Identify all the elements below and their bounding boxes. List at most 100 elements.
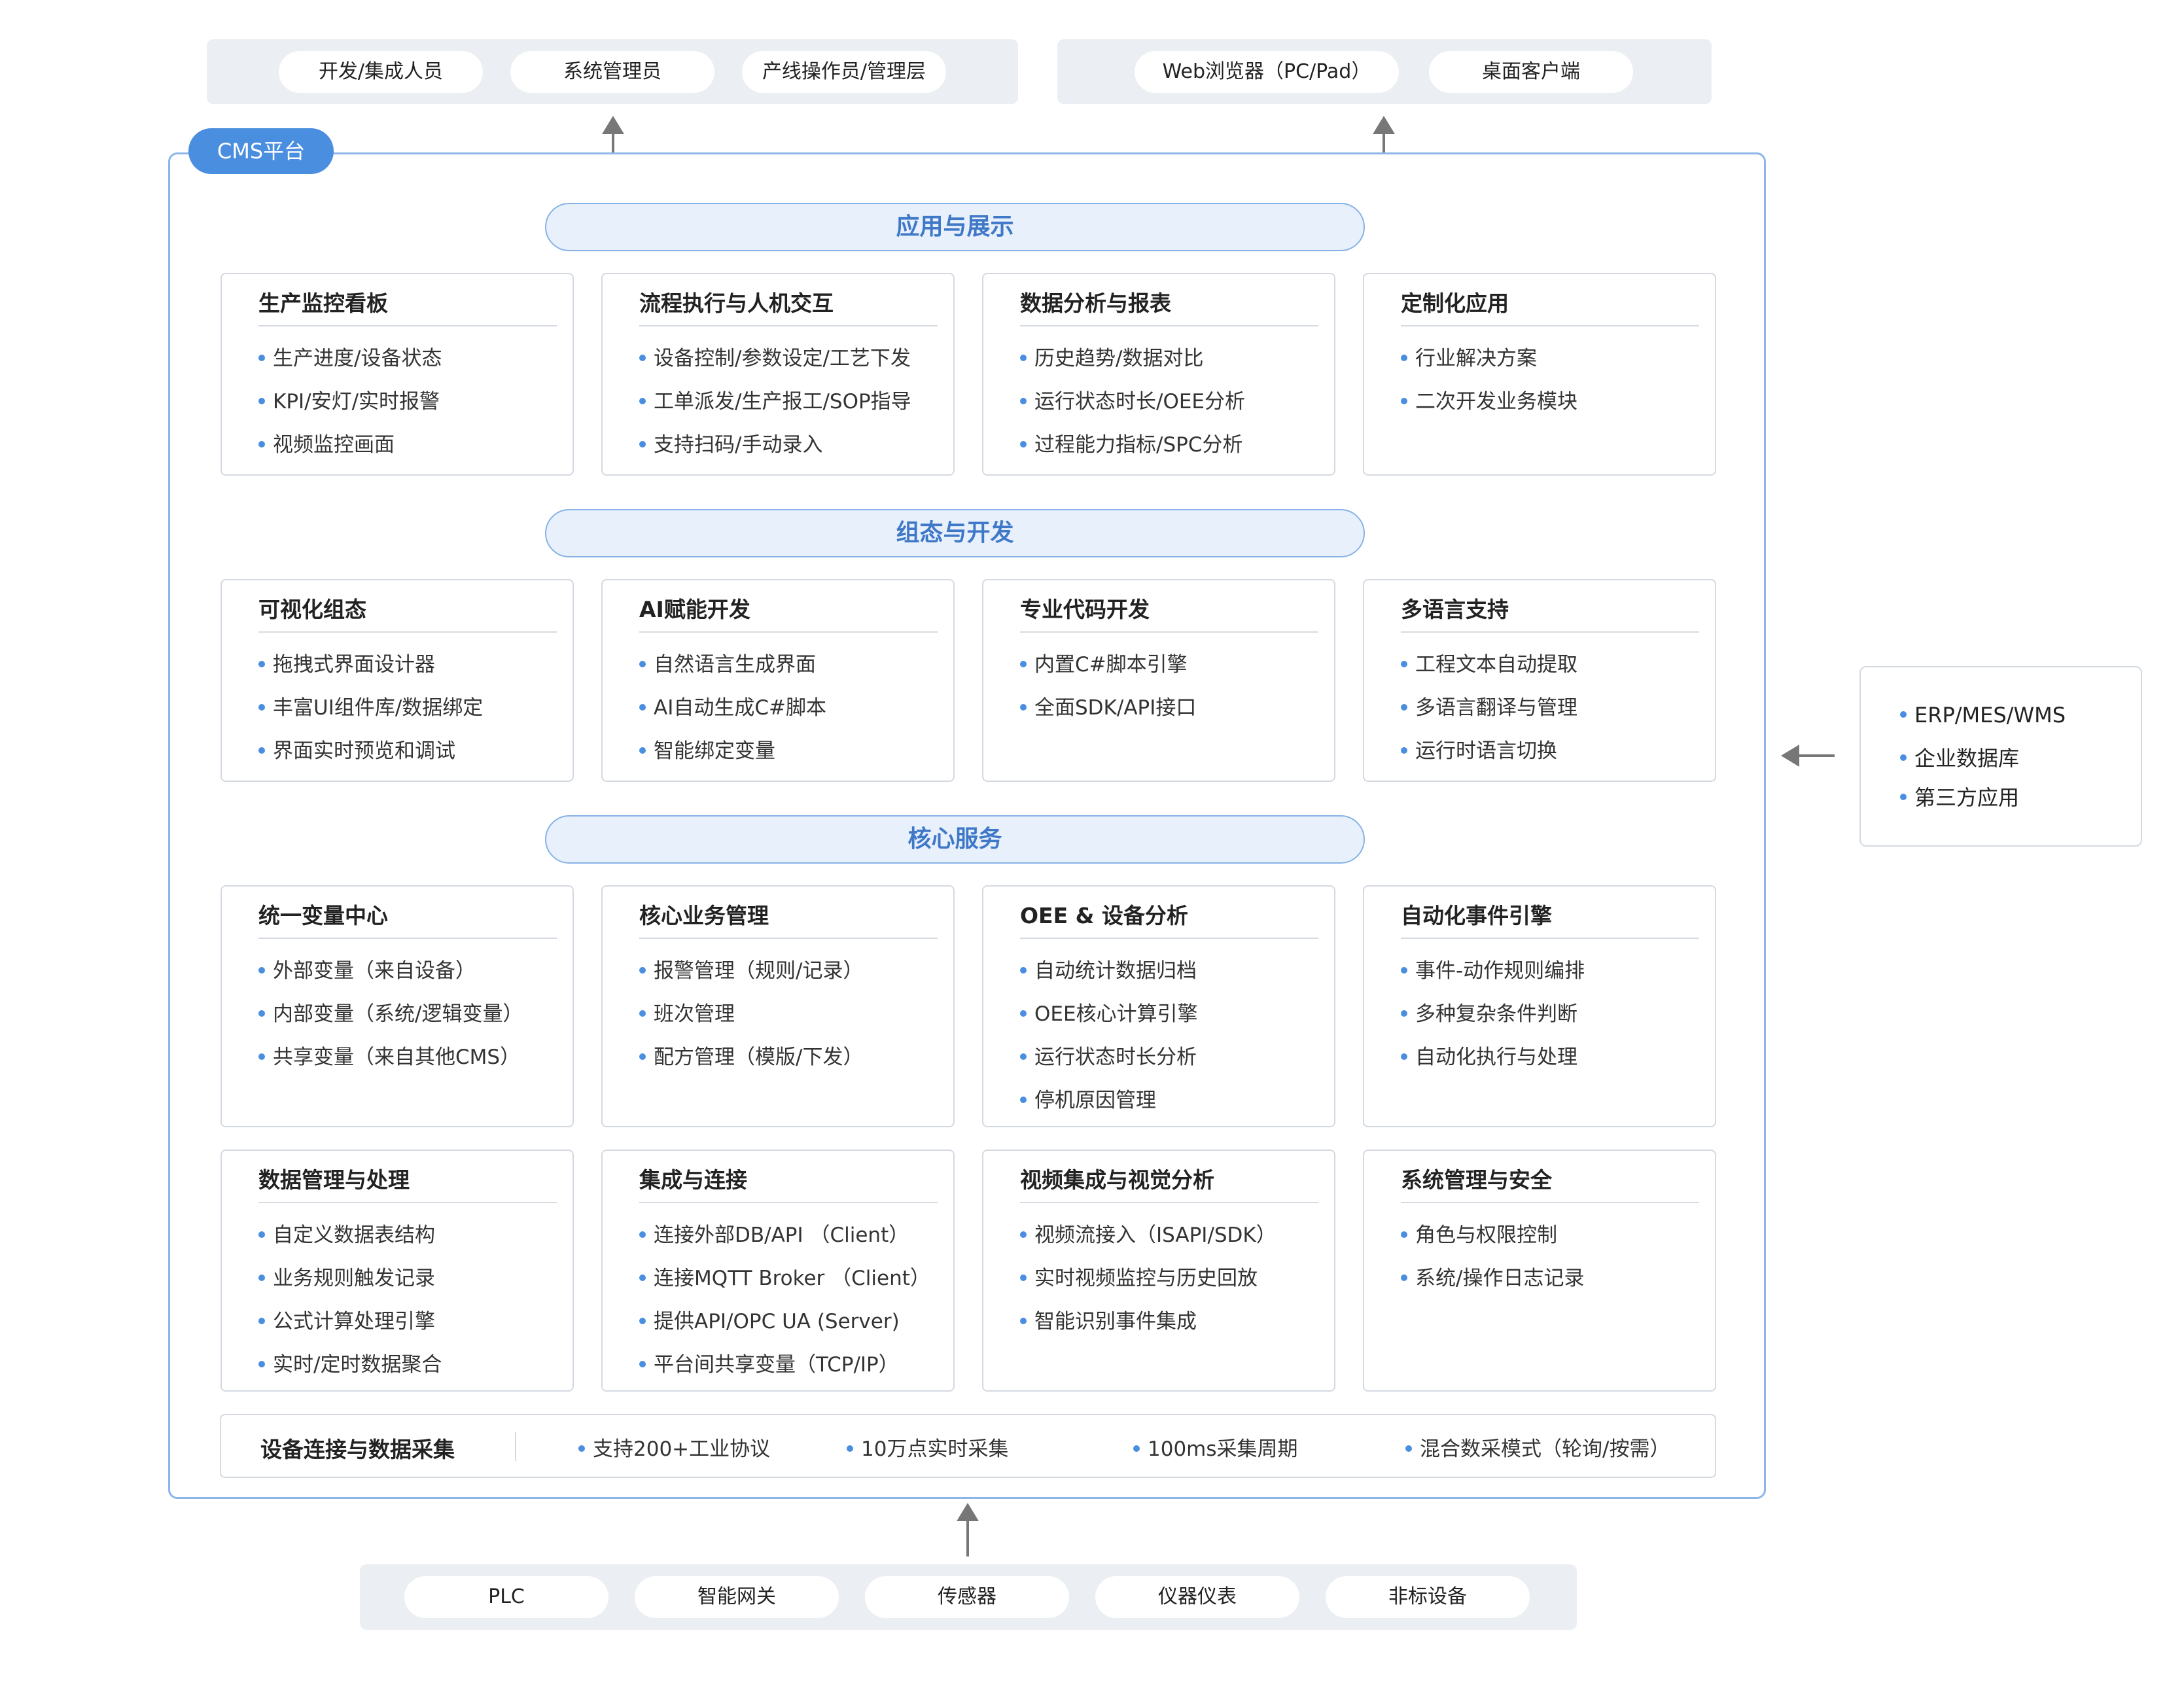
- device-plc: PLC: [404, 1576, 608, 1618]
- bullet-icon: [258, 1053, 265, 1060]
- card-item-label: 运行状态时长分析: [1034, 1046, 1197, 1069]
- card-item: 工单派发/生产报工/SOP指导: [639, 385, 911, 414]
- bullet-icon: [1401, 1053, 1407, 1060]
- arrow-up-icon: [602, 116, 624, 134]
- card-title: 系统管理与安全: [1401, 1167, 1552, 1193]
- card-item: 自动统计数据归档: [1020, 954, 1197, 983]
- card-item-label: 工程文本自动提取: [1415, 653, 1577, 677]
- card-item: 工程文本自动提取: [1401, 648, 1577, 677]
- card-divider: [1401, 631, 1699, 633]
- card-divider: [258, 1202, 557, 1203]
- card-title: 数据分析与报表: [1020, 290, 1171, 316]
- bullet-icon: [1401, 703, 1407, 711]
- card-item-label: AI自动生成C#脚本: [654, 696, 826, 720]
- card-item-label: 平台间共享变量（TCP/IP）: [654, 1353, 899, 1377]
- config-card: 多语言支持 工程文本自动提取 多语言翻译与管理 运行时语言切换: [1363, 579, 1716, 782]
- core-card: 视频集成与视觉分析 视频流接入（ISAPI/SDK） 实时视频监控与历史回放 智能识别…: [982, 1150, 1335, 1392]
- bullet-icon: [1401, 1231, 1407, 1238]
- core-card: OEE & 设备分析 自动统计数据归档 OEE核心计算引擎 运行状态时长分析 停机原因管…: [982, 885, 1335, 1127]
- card-item: OEE核心计算引擎: [1020, 997, 1198, 1027]
- bullet-icon: [1020, 1274, 1027, 1281]
- card-item: 智能绑定变量: [639, 734, 775, 764]
- bullet-icon: [639, 397, 646, 404]
- card-item-label: 多种复杂条件判断: [1415, 1002, 1577, 1026]
- card-item-label: 支持扫码/手动录入: [654, 433, 823, 457]
- config-card: AI赋能开发 自然语言生成界面 AI自动生成C#脚本 智能绑定变量: [601, 579, 955, 782]
- user-roles-group: 开发/集成人员 系统管理员 产线操作员/管理层: [207, 39, 1018, 104]
- external-item: 企业数据库: [1900, 742, 2019, 772]
- bullet-icon: [1020, 1096, 1027, 1103]
- bullet-icon: [639, 1053, 646, 1060]
- section-app-display: 应用与展示: [545, 203, 1365, 251]
- card-item-label: 公式计算处理引擎: [273, 1310, 435, 1333]
- platform-label: CMS平台: [188, 128, 334, 174]
- card-item: 拖拽式界面设计器: [258, 648, 435, 677]
- card-item-label: 实时视频监控与历史回放: [1034, 1267, 1258, 1290]
- bullet-icon: [258, 354, 265, 361]
- device-sensor: 传感器: [865, 1576, 1069, 1618]
- strip-item: 100ms采集周期: [1133, 1432, 1298, 1462]
- card-item: 实时/定时数据聚合: [258, 1348, 442, 1377]
- card-item: 过程能力指标/SPC分析: [1020, 428, 1242, 457]
- bullet-icon: [1020, 1010, 1027, 1017]
- card-item-label: KPI/安灯/实时报警: [273, 390, 440, 413]
- bullet-icon: [1401, 397, 1407, 404]
- card-item-label: 班次管理: [654, 1002, 735, 1026]
- card-item: 内置C#脚本引擎: [1020, 648, 1188, 677]
- card-item: 班次管理: [639, 997, 735, 1027]
- card-item-label: 自定义数据表结构: [273, 1223, 435, 1247]
- core-card: 核心业务管理 报警管理（规则/记录） 班次管理 配方管理（模版/下发）: [601, 885, 955, 1127]
- bullet-icon: [1020, 966, 1027, 974]
- card-divider: [1401, 1202, 1699, 1203]
- card-item-label: 多语言翻译与管理: [1415, 696, 1577, 720]
- bullet-icon: [1900, 711, 1907, 718]
- card-item-label: 过程能力指标/SPC分析: [1034, 433, 1243, 457]
- bullet-icon: [1020, 397, 1027, 404]
- card-item: 连接MQTT Broker （Client）: [639, 1261, 930, 1291]
- card-item-label: 运行状态时长/OEE分析: [1034, 390, 1246, 413]
- card-item: 共享变量（来自其他CMS）: [258, 1040, 520, 1070]
- card-item-label: 视频监控画面: [273, 433, 395, 457]
- config-card: 专业代码开发 内置C#脚本引擎 全面SDK/API接口: [982, 579, 1335, 782]
- app-card: 定制化应用 行业解决方案 二次开发业务模块: [1363, 273, 1716, 476]
- card-item: 全面SDK/API接口: [1020, 691, 1196, 720]
- card-item: 支持扫码/手动录入: [639, 428, 822, 457]
- bullet-icon: [1401, 354, 1407, 361]
- bullet-icon: [639, 1231, 646, 1238]
- card-item-label: 拖拽式界面设计器: [273, 653, 435, 677]
- bullet-icon: [639, 1317, 646, 1324]
- card-item-label: 停机原因管理: [1034, 1089, 1156, 1112]
- card-item: 智能识别事件集成: [1020, 1305, 1197, 1334]
- bullet-icon: [639, 966, 646, 974]
- card-item: 外部变量（来自设备）: [258, 954, 476, 983]
- arrow-line: [966, 1520, 969, 1556]
- card-title: 集成与连接: [639, 1167, 747, 1193]
- card-item-label: 内置C#脚本引擎: [1034, 653, 1188, 677]
- card-item: 事件-动作规则编排: [1401, 954, 1585, 983]
- strip-divider: [515, 1432, 516, 1461]
- external-item: ERP/MES/WMS: [1900, 703, 2066, 728]
- card-item: 角色与权限控制: [1401, 1218, 1557, 1248]
- bullet-icon: [1401, 966, 1407, 974]
- card-item-label: 报警管理（规则/记录）: [654, 959, 864, 983]
- card-item: 业务规则触发记录: [258, 1261, 435, 1291]
- bullet-icon: [1401, 1274, 1407, 1281]
- card-item: 自动化执行与处理: [1401, 1040, 1577, 1070]
- card-item-label: 共享变量（来自其他CMS）: [273, 1046, 521, 1069]
- card-item-label: 视频流接入（ISAPI/SDK）: [1034, 1223, 1277, 1247]
- device-gateway: 智能网关: [635, 1576, 839, 1618]
- bullet-icon: [847, 1445, 853, 1452]
- bullet-icon: [1401, 1010, 1407, 1017]
- config-card: 可视化组态 拖拽式界面设计器 丰富UI组件库/数据绑定 界面实时预览和调试: [220, 579, 574, 782]
- card-item: 连接外部DB/API （Client）: [639, 1218, 909, 1248]
- card-item: 运行时语言切换: [1401, 734, 1557, 764]
- card-item: AI自动生成C#脚本: [639, 691, 826, 720]
- bullet-icon: [639, 1274, 646, 1281]
- bullet-icon: [1900, 794, 1907, 800]
- device-connection-strip: 设备连接与数据采集 支持200+工业协议 10万点实时采集 100ms采集周期 …: [220, 1414, 1716, 1478]
- bullet-icon: [639, 440, 646, 448]
- card-title: 统一变量中心: [258, 903, 388, 928]
- card-title: 数据管理与处理: [258, 1167, 410, 1193]
- core-card: 数据管理与处理自定义数据表结构业务规则触发记录公式计算处理引擎实时/定时数据聚合: [220, 1150, 574, 1392]
- card-item-label: 提供API/OPC UA (Server): [654, 1310, 900, 1333]
